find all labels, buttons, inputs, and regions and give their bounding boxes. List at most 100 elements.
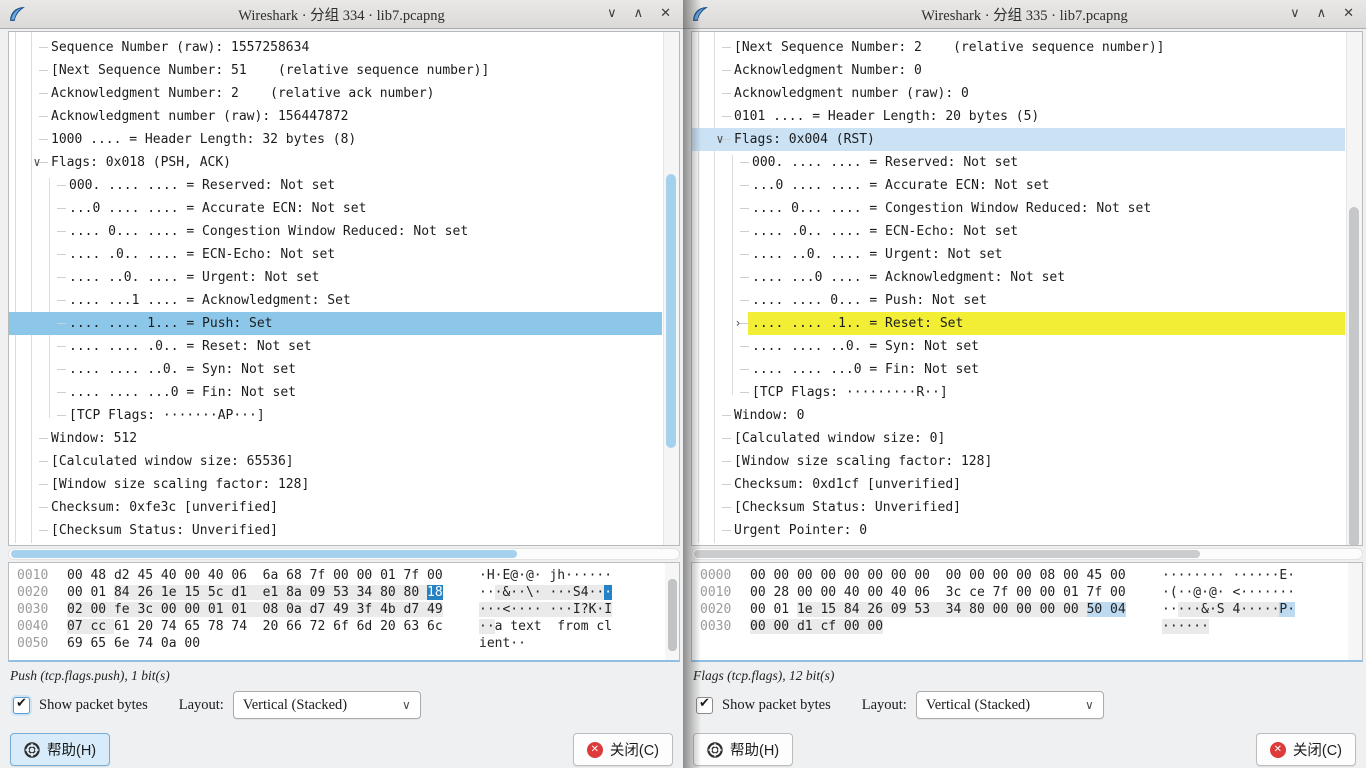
hex-ascii[interactable]: ient·· <box>479 635 526 652</box>
hex-row[interactable]: 005069 65 6e 74 0a 00ient·· <box>17 635 679 652</box>
tree-row[interactable]: ∨Flags: 0x004 (RST) <box>692 128 1345 151</box>
tree-row[interactable]: Checksum: 0xd1cf [unverified] <box>692 473 1345 496</box>
tree-horizontal-scrollbar[interactable] <box>691 548 1363 560</box>
hex-bytes[interactable]: 69 65 6e 74 0a 00 <box>67 635 459 652</box>
hex-row[interactable]: 001000 28 00 00 40 00 40 06 3c ce 7f 00 … <box>700 584 1362 601</box>
packet-detail-tree[interactable]: [Next Sequence Number: 2 (relative seque… <box>691 31 1363 546</box>
hex-scrollbar-thumb[interactable] <box>668 579 677 651</box>
tree-row[interactable]: .... .0.. .... = ECN-Echo: Not set <box>692 220 1345 243</box>
tree-row[interactable]: [Next Sequence Number: 51 (relative sequ… <box>9 59 662 82</box>
tree-row[interactable]: .... ...0 .... = Acknowledgment: Not set <box>692 266 1345 289</box>
close-button[interactable]: ✕ 关闭(C) <box>573 733 673 766</box>
tree-row[interactable]: .... ..0. .... = Urgent: Not set <box>9 266 662 289</box>
tree-row[interactable]: Acknowledgment number (raw): 156447872 <box>9 105 662 128</box>
tree-row[interactable]: .... .... 0... = Push: Not set <box>692 289 1345 312</box>
tree-vertical-scrollbar[interactable] <box>663 32 679 545</box>
shade-window-button[interactable]: ∨ <box>1290 5 1300 23</box>
tree-row[interactable]: [Next Sequence Number: 2 (relative seque… <box>692 36 1345 59</box>
tree-row[interactable]: 1000 .... = Header Length: 32 bytes (8) <box>9 128 662 151</box>
hex-bytes[interactable]: 07 cc 61 20 74 65 78 74 20 66 72 6f 6d 2… <box>67 618 459 635</box>
hex-vertical-scrollbar[interactable] <box>665 563 679 660</box>
layout-select[interactable]: Vertical (Stacked) ∨ <box>916 691 1104 719</box>
hex-row[interactable]: 004007 cc 61 20 74 65 78 74 20 66 72 6f … <box>17 618 679 635</box>
hex-ascii[interactable]: ······ <box>1162 618 1209 635</box>
show-packet-bytes-checkbox[interactable]: ✔ <box>13 697 30 714</box>
tree-row[interactable]: Window: 0 <box>692 404 1345 427</box>
tree-row[interactable]: [TCP Flags: ·········R··] <box>692 381 1345 404</box>
tree-row[interactable]: .... .... ...0 = Fin: Not set <box>9 381 662 404</box>
tree-row[interactable]: Acknowledgment number (raw): 0 <box>692 82 1345 105</box>
titlebar[interactable]: Wireshark · 分组 335 · lib7.pcapng ∨ ∧ ✕ <box>683 0 1366 29</box>
tree-row[interactable]: ...0 .... .... = Accurate ECN: Not set <box>9 197 662 220</box>
hex-ascii[interactable]: ·····&·S 4·····P· <box>1162 601 1295 618</box>
hex-bytes[interactable]: 00 28 00 00 40 00 40 06 3c ce 7f 00 00 0… <box>750 584 1142 601</box>
tree-row[interactable]: [Checksum Status: Unverified] <box>692 496 1345 519</box>
shade-window-button[interactable]: ∨ <box>607 5 617 23</box>
packet-bytes-pane[interactable]: 000000 00 00 00 00 00 00 00 00 00 00 00 … <box>691 562 1363 662</box>
packet-bytes-pane[interactable]: 001000 48 d2 45 40 00 40 06 6a 68 7f 00 … <box>8 562 680 662</box>
tree-row[interactable]: [Window size scaling factor: 128] <box>692 450 1345 473</box>
hex-bytes[interactable]: 00 01 84 26 1e 15 5c d1 e1 8a 09 53 34 8… <box>67 584 459 601</box>
hex-row[interactable]: 003000 00 d1 cf 00 00······ <box>700 618 1362 635</box>
layout-select[interactable]: Vertical (Stacked) ∨ <box>233 691 421 719</box>
tree-row[interactable]: [Calculated window size: 65536] <box>9 450 662 473</box>
close-window-button[interactable]: ✕ <box>660 5 671 23</box>
tree-hscrollbar-thumb[interactable] <box>694 550 1200 558</box>
tree-row[interactable]: Window: 512 <box>9 427 662 450</box>
packet-detail-tree[interactable]: Sequence Number (raw): 1557258634[Next S… <box>8 31 680 546</box>
tree-hscrollbar-thumb[interactable] <box>11 550 517 558</box>
hex-row[interactable]: 000000 00 00 00 00 00 00 00 00 00 00 00 … <box>700 567 1362 584</box>
tree-row[interactable]: .... ...1 .... = Acknowledgment: Set <box>9 289 662 312</box>
expand-arrow-icon[interactable]: › <box>730 312 746 335</box>
hex-ascii[interactable]: ···<···· ···I?K·I <box>479 601 612 618</box>
unshade-window-button[interactable]: ∧ <box>634 5 644 23</box>
hex-row[interactable]: 003002 00 fe 3c 00 00 01 01 08 0a d7 49 … <box>17 601 679 618</box>
tree-row[interactable]: ›.... .... .1.. = Reset: Set <box>692 312 1345 335</box>
hex-row[interactable]: 001000 48 d2 45 40 00 40 06 6a 68 7f 00 … <box>17 567 679 584</box>
tree-row[interactable]: [Calculated window size: 0] <box>692 427 1345 450</box>
tree-scrollbar-thumb[interactable] <box>666 174 676 448</box>
tree-row[interactable]: .... .... .0.. = Reset: Not set <box>9 335 662 358</box>
hex-bytes[interactable]: 00 48 d2 45 40 00 40 06 6a 68 7f 00 00 0… <box>67 567 459 584</box>
tree-row[interactable]: [TCP Flags: ·······AP···] <box>9 404 662 427</box>
tree-row[interactable]: .... .... 1... = Push: Set <box>9 312 662 335</box>
show-packet-bytes-checkbox[interactable]: ✔ <box>696 697 713 714</box>
tree-horizontal-scrollbar[interactable] <box>8 548 680 560</box>
tree-row[interactable]: .... .... ..0. = Syn: Not set <box>9 358 662 381</box>
hex-bytes[interactable]: 00 01 1e 15 84 26 09 53 34 80 00 00 00 0… <box>750 601 1142 618</box>
hex-ascii[interactable]: ········ ······E· <box>1162 567 1295 584</box>
tree-row[interactable]: Acknowledgment Number: 0 <box>692 59 1345 82</box>
tree-scrollbar-thumb[interactable] <box>1349 207 1359 546</box>
hex-ascii[interactable]: ·H·E@·@· jh······ <box>479 567 612 584</box>
tree-row[interactable]: Sequence Number (raw): 1557258634 <box>9 36 662 59</box>
tree-row[interactable]: Urgent Pointer: 0 <box>692 519 1345 542</box>
hex-vertical-scrollbar[interactable] <box>1348 563 1362 660</box>
help-button[interactable]: 帮助(H) <box>10 733 110 766</box>
tree-row[interactable]: 000. .... .... = Reserved: Not set <box>692 151 1345 174</box>
hex-ascii[interactable]: ···&··\· ···S4··· <box>479 584 612 601</box>
tree-row[interactable]: 0101 .... = Header Length: 20 bytes (5) <box>692 105 1345 128</box>
tree-row[interactable]: [Window size scaling factor: 128] <box>9 473 662 496</box>
close-window-button[interactable]: ✕ <box>1343 5 1354 23</box>
hex-bytes[interactable]: 00 00 00 00 00 00 00 00 00 00 00 00 08 0… <box>750 567 1142 584</box>
collapse-arrow-icon[interactable]: ∨ <box>29 151 45 174</box>
tree-row[interactable]: .... ..0. .... = Urgent: Not set <box>692 243 1345 266</box>
tree-row[interactable]: Acknowledgment Number: 2 (relative ack n… <box>9 82 662 105</box>
hex-row[interactable]: 002000 01 1e 15 84 26 09 53 34 80 00 00 … <box>700 601 1362 618</box>
tree-row[interactable]: .... 0... .... = Congestion Window Reduc… <box>692 197 1345 220</box>
hex-row[interactable]: 002000 01 84 26 1e 15 5c d1 e1 8a 09 53 … <box>17 584 679 601</box>
hex-bytes[interactable]: 00 00 d1 cf 00 00 <box>750 618 1142 635</box>
unshade-window-button[interactable]: ∧ <box>1317 5 1327 23</box>
tree-row[interactable]: [Checksum Status: Unverified] <box>9 519 662 542</box>
tree-row[interactable]: .... .... ...0 = Fin: Not set <box>692 358 1345 381</box>
tree-row[interactable]: .... 0... .... = Congestion Window Reduc… <box>9 220 662 243</box>
tree-row[interactable]: .... .0.. .... = ECN-Echo: Not set <box>9 243 662 266</box>
titlebar[interactable]: Wireshark · 分组 334 · lib7.pcapng ∨ ∧ ✕ <box>0 0 683 29</box>
tree-row[interactable]: ...0 .... .... = Accurate ECN: Not set <box>692 174 1345 197</box>
hex-ascii[interactable]: ·(··@·@· <······· <box>1162 584 1295 601</box>
tree-row[interactable]: 000. .... .... = Reserved: Not set <box>9 174 662 197</box>
tree-row[interactable]: Checksum: 0xfe3c [unverified] <box>9 496 662 519</box>
hex-ascii[interactable]: ··a text from cl <box>479 618 612 635</box>
hex-bytes[interactable]: 02 00 fe 3c 00 00 01 01 08 0a d7 49 3f 4… <box>67 601 459 618</box>
help-button[interactable]: 帮助(H) <box>693 733 793 766</box>
